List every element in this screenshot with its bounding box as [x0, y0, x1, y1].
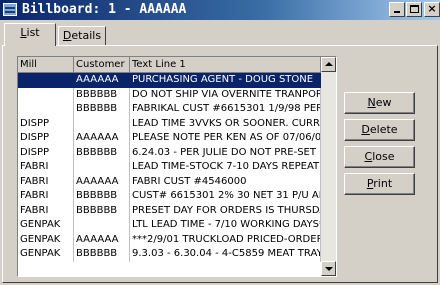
vertical-scrollbar[interactable]: [321, 57, 336, 276]
cell-mill: FABRI: [18, 203, 74, 218]
arrow-down-icon: [325, 267, 333, 271]
table-row[interactable]: DISPP LEAD TIME 3VVKS OR SOONER. CURRENT …: [18, 116, 321, 131]
billboard-grid[interactable]: Mill Customer Text Line 1 AAAAAA PURCHASI…: [17, 56, 337, 277]
cell-mill: DISPP: [18, 116, 74, 131]
grid-header: Mill Customer Text Line 1: [18, 57, 321, 73]
cell-customer: [74, 116, 130, 131]
cell-customer: BBBBBB: [74, 189, 130, 204]
cell-text: FABRIKAL CUST #6615301 1/9/98 PER DON: [130, 102, 321, 117]
column-header-customer[interactable]: Customer: [74, 57, 130, 73]
table-row[interactable]: BBBBBBDO NOT SHIP VIA OVERNITE TRANPORT/…: [18, 87, 321, 102]
cell-customer: AAAAAA: [74, 174, 130, 189]
table-row[interactable]: FABRI BBBBBB PRESET DAY FOR ORDERS IS THUR…: [18, 203, 321, 218]
table-row[interactable]: FABRI LEAD TIME-STOCK 7-10 DAYS REPEAT PR…: [18, 160, 321, 175]
close-window-button[interactable]: ×: [424, 2, 440, 17]
cell-text: 9.3.03 - 6.30.04 - 4-C5859 MEAT TRAYS 3C…: [130, 247, 321, 262]
billboard-app-icon[interactable]: [3, 3, 17, 16]
cell-text: LEAD TIME-STOCK 7-10 DAYS REPEAT PRINT: [130, 160, 321, 175]
print-button[interactable]: Print: [344, 173, 415, 195]
column-header-mill[interactable]: Mill: [18, 57, 74, 73]
cell-mill: GENPAK: [18, 232, 74, 247]
grid-viewport: Mill Customer Text Line 1 AAAAAA PURCHASI…: [18, 57, 321, 276]
new-button-label: New: [367, 96, 392, 109]
delete-button[interactable]: Delete: [344, 119, 415, 141]
cell-customer: BBBBBB: [74, 247, 130, 262]
cell-mill: GENPAK: [18, 247, 74, 262]
minimize-icon: [394, 11, 400, 13]
cell-customer: BBBBBB: [74, 203, 130, 218]
cell-customer: AAAAAA: [74, 232, 130, 247]
table-row[interactable]: GENPAK LTL LEAD TIME - 7/10 WORKING DAYS*…: [18, 218, 321, 233]
maximize-icon: [410, 5, 419, 13]
tab-details-label: Details: [62, 29, 102, 42]
minimize-button[interactable]: [389, 2, 405, 17]
cell-mill: FABRI: [18, 174, 74, 189]
close-button-label: Close: [364, 150, 395, 163]
delete-button-label: Delete: [361, 123, 398, 136]
table-row[interactable]: GENPAK BBBBBB 9.3.03 - 6.30.04 - 4-C5859 M…: [18, 247, 321, 262]
cell-mill: DISPP: [18, 131, 74, 146]
tab-details[interactable]: Details: [58, 26, 106, 45]
cell-mill: [18, 87, 74, 102]
cell-customer: BBBBBB: [74, 102, 130, 117]
cell-text: LTL LEAD TIME - 7/10 WORKING DAYS**T/L: [130, 218, 321, 233]
cell-text: PURCHASING AGENT - DOUG STONE: [130, 73, 321, 88]
window-title: Billboard: 1 - AAAAAA: [22, 2, 187, 17]
cell-text: DO NOT SHIP VIA OVERNITE TRANPORT/YELLOW: [130, 87, 321, 102]
cell-mill: [18, 73, 74, 88]
cell-mill: DISPP: [18, 145, 74, 160]
cell-customer: BBBBBB: [74, 145, 130, 160]
tab-list[interactable]: List: [4, 23, 56, 46]
table-row[interactable]: GENPAK AAAAAA ***2/9/01 TRUCKLOAD PRICED-O…: [18, 232, 321, 247]
column-header-text-line-1[interactable]: Text Line 1: [130, 57, 321, 73]
scroll-up-button[interactable]: [321, 57, 336, 72]
print-button-label: Print: [366, 177, 393, 190]
table-row[interactable]: BBBBBBFABRIKAL CUST #6615301 1/9/98 PER …: [18, 102, 321, 117]
cell-text: CUST# 6615301 2% 30 NET 31 P/U ALLOWANCE: [130, 189, 321, 204]
title-bar[interactable]: Billboard: 1 - AAAAAA ×: [0, 0, 440, 20]
cell-mill: [18, 102, 74, 117]
cell-text: 6.24.03 - PER JULIE DO NOT PRE-SET DISPO…: [130, 145, 321, 160]
arrow-up-icon: [325, 62, 333, 66]
maximize-button[interactable]: [406, 2, 422, 17]
close-button[interactable]: Close: [344, 146, 415, 168]
cell-customer: BBBBBB: [74, 87, 130, 102]
tab-list-label: List: [20, 26, 40, 39]
cell-text: FABRI CUST #4546000: [130, 174, 321, 189]
cell-mill: FABRI: [18, 189, 74, 204]
cell-text: ***2/9/01 TRUCKLOAD PRICED-ORDERS T/L: [130, 232, 321, 247]
cell-text: PRESET DAY FOR ORDERS IS THURSDAY: [130, 203, 321, 218]
table-row[interactable]: FABRI BBBBBB CUST# 6615301 2% 30 NET 31 P/…: [18, 189, 321, 204]
table-row[interactable]: DISPP AAAAAA PLEASE NOTE PER KEN AS OF 07/…: [18, 131, 321, 146]
table-row[interactable]: FABRI AAAAAA FABRI CUST #4546000: [18, 174, 321, 189]
cell-customer: [74, 218, 130, 233]
new-button[interactable]: New: [344, 92, 415, 114]
scroll-down-button[interactable]: [321, 261, 336, 276]
cell-text: PLEASE NOTE PER KEN AS OF 07/06/01- MAX: [130, 131, 321, 146]
table-row[interactable]: AAAAAA PURCHASING AGENT - DOUG STONE: [18, 73, 321, 88]
cell-customer: [74, 160, 130, 175]
close-icon: ×: [427, 2, 437, 15]
table-row[interactable]: DISPP BBBBBB 6.24.03 - PER JULIE DO NOT PR…: [18, 145, 321, 160]
cell-mill: GENPAK: [18, 218, 74, 233]
cell-customer: AAAAAA: [74, 73, 130, 88]
cell-text: LEAD TIME 3VVKS OR SOONER. CURRENT LEAD: [130, 116, 321, 131]
cell-mill: FABRI: [18, 160, 74, 175]
cell-customer: AAAAAA: [74, 131, 130, 146]
